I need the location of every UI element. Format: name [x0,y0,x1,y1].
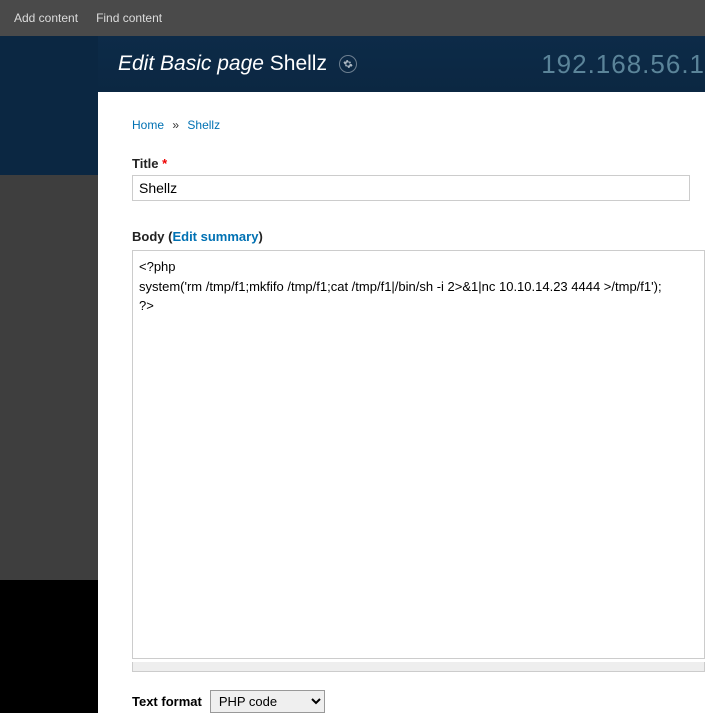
text-format-label: Text format [132,694,202,709]
text-format-select[interactable]: PHP code [210,690,325,713]
gear-icon[interactable] [339,55,357,73]
breadcrumb: Home » Shellz [132,118,705,132]
page-title-name: Shellz [270,52,327,75]
text-format-row: Text format PHP code [132,690,705,713]
page-header: Edit Basic page Shellz 192.168.56.1 [0,36,705,92]
required-marker: * [162,156,167,171]
page-title: Edit Basic page Shellz [118,52,357,76]
sidebar-background [0,36,98,713]
add-content-link[interactable]: Add content [14,11,78,25]
title-label: Title * [132,156,705,171]
breadcrumb-separator: » [172,118,179,132]
find-content-link[interactable]: Find content [96,11,162,25]
page-title-prefix: Edit Basic page [118,52,264,75]
admin-toolbar: Add content Find content [0,0,705,36]
title-input[interactable] [132,175,690,201]
content-area: Home » Shellz Title * Body (Edit summary… [98,92,705,713]
body-textarea[interactable] [132,250,705,659]
textarea-grippie[interactable] [132,662,705,672]
body-label: Body (Edit summary) [132,229,705,244]
edit-summary-link[interactable]: Edit summary [172,229,258,244]
breadcrumb-home[interactable]: Home [132,118,164,132]
breadcrumb-current[interactable]: Shellz [187,118,220,132]
ip-address-text: 192.168.56.1 [541,49,705,80]
